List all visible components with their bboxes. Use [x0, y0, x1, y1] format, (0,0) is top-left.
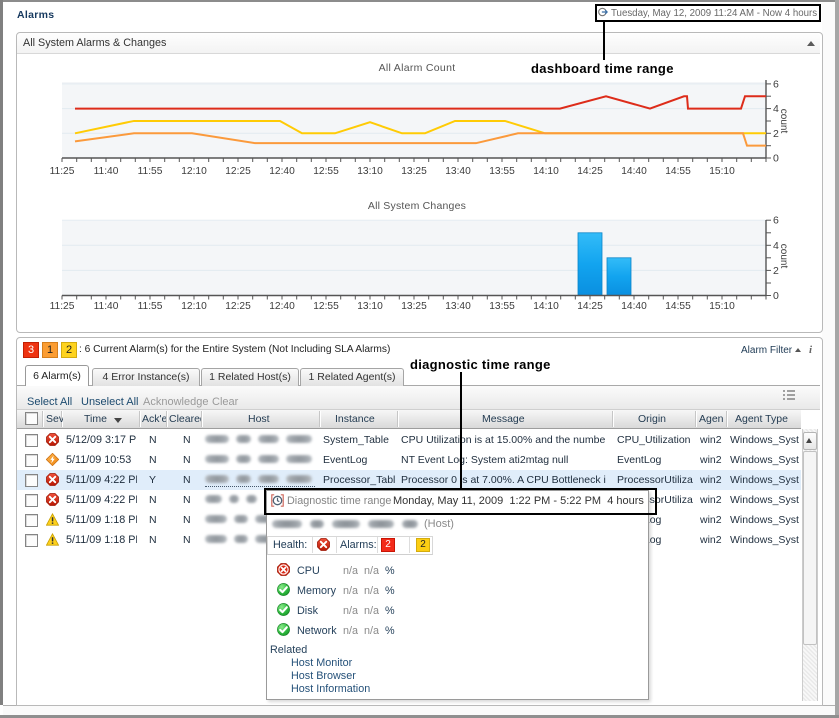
svg-text:13:10: 13:10	[357, 166, 383, 177]
svg-text:11:55: 11:55	[138, 166, 163, 177]
svg-text:13:25: 13:25	[401, 301, 427, 312]
svg-text:14:55: 14:55	[665, 166, 691, 177]
svg-text:0: 0	[773, 290, 779, 302]
svg-text:11:25: 11:25	[50, 301, 75, 312]
svg-text:13:55: 13:55	[489, 166, 515, 177]
svg-text:15:10: 15:10	[709, 166, 735, 177]
svg-text:13:25: 13:25	[401, 166, 427, 177]
svg-text:14:40: 14:40	[621, 166, 647, 177]
svg-text:15:10: 15:10	[709, 301, 735, 312]
svg-text:13:40: 13:40	[445, 301, 471, 312]
svg-text:11:25: 11:25	[50, 166, 75, 177]
svg-text:14:10: 14:10	[533, 301, 559, 312]
svg-text:count: count	[778, 244, 789, 269]
svg-text:13:55: 13:55	[489, 301, 515, 312]
svg-text:12:10: 12:10	[181, 301, 207, 312]
svg-text:12:25: 12:25	[225, 301, 251, 312]
svg-text:6: 6	[773, 215, 779, 227]
svg-text:14:55: 14:55	[665, 301, 691, 312]
svg-text:14:25: 14:25	[577, 301, 603, 312]
svg-text:13:40: 13:40	[445, 166, 471, 177]
svg-text:12:10: 12:10	[181, 166, 207, 177]
svg-text:count: count	[778, 109, 789, 134]
svg-text:12:55: 12:55	[313, 166, 339, 177]
svg-text:14:25: 14:25	[577, 166, 603, 177]
svg-text:11:40: 11:40	[94, 166, 119, 177]
svg-text:14:10: 14:10	[533, 166, 559, 177]
svg-text:All System Changes: All System Changes	[368, 200, 466, 212]
svg-text:12:40: 12:40	[269, 301, 295, 312]
svg-text:14:40: 14:40	[621, 301, 647, 312]
svg-text:12:55: 12:55	[313, 301, 339, 312]
svg-text:12:25: 12:25	[225, 166, 251, 177]
svg-text:13:10: 13:10	[357, 301, 383, 312]
svg-text:0: 0	[773, 153, 779, 165]
svg-text:11:55: 11:55	[138, 301, 163, 312]
svg-text:6: 6	[773, 78, 779, 90]
svg-text:12:40: 12:40	[269, 166, 295, 177]
svg-text:All Alarm Count: All Alarm Count	[379, 62, 456, 74]
svg-text:11:40: 11:40	[94, 301, 119, 312]
